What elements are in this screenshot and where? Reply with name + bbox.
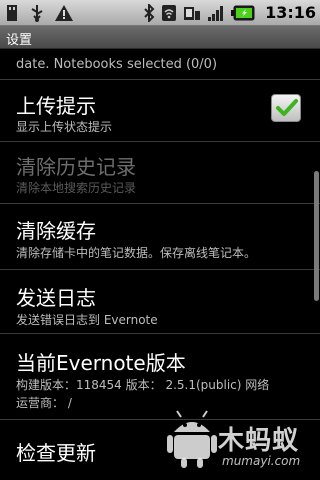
status-left-icons <box>4 2 74 23</box>
checkmark-icon <box>276 99 298 116</box>
usb-storage-icon <box>7 4 17 21</box>
battery-icon <box>231 5 255 20</box>
android-mascot-icon <box>167 410 217 468</box>
wifi-icon <box>162 4 177 21</box>
bluetooth-icon <box>144 3 155 22</box>
status-clock: 13:16 <box>265 3 316 22</box>
status-right-icons: 13:16 <box>143 2 316 23</box>
watermark-url: mumayi.com <box>222 454 301 468</box>
sim-icon <box>184 6 201 20</box>
pref-summary-line1: 构建版本：118454 版本： 2.5.1(public) 网络 <box>16 378 270 392</box>
cut-summary: date. Notebooks selected (0/0) <box>16 57 218 72</box>
pref-title: 发送日志 <box>16 286 96 310</box>
signal-icon <box>208 5 224 21</box>
pref-title: 上传提示 <box>16 94 96 118</box>
pref-send-log[interactable]: 发送日志 发送错误日志到 Evernote <box>0 270 320 332</box>
pref-summary: 发送错误日志到 Evernote <box>16 313 158 327</box>
title-bar: 设置 <box>0 26 320 49</box>
pref-clear-history[interactable]: 清除历史记录 清除本地搜索历史记录 <box>0 142 320 202</box>
pref-upload-notification[interactable]: 上传提示 显示上传状态提示 <box>0 80 320 140</box>
pref-clear-cache[interactable]: 清除缓存 清除存储卡中的笔记数据。保存离线笔记本。 <box>0 204 320 268</box>
watermark: 木蚂蚁 mumayi.com <box>166 400 316 476</box>
pref-title: 检查更新 <box>16 441 96 465</box>
warning-icon <box>55 4 73 21</box>
scrollbar[interactable] <box>314 171 319 301</box>
pref-title: 当前Evernote版本 <box>16 351 186 375</box>
page-title: 设置 <box>6 33 33 48</box>
usb-debug-icon <box>31 4 43 22</box>
pref-summary: 显示上传状态提示 <box>16 120 113 134</box>
watermark-brand: 木蚂蚁 <box>218 426 300 456</box>
list-item-cut-off[interactable]: date. Notebooks selected (0/0) <box>0 53 320 75</box>
upload-notification-checkbox[interactable] <box>271 94 301 122</box>
pref-summary: 清除本地搜索历史记录 <box>16 181 137 195</box>
pref-summary-line2: 运营商： / <box>16 396 72 410</box>
pref-summary: 清除存储卡中的笔记数据。保存离线笔记本。 <box>16 246 257 260</box>
status-bar: 13:16 <box>0 0 320 26</box>
pref-title: 清除历史记录 <box>16 155 136 179</box>
pref-title: 清除缓存 <box>16 219 96 243</box>
